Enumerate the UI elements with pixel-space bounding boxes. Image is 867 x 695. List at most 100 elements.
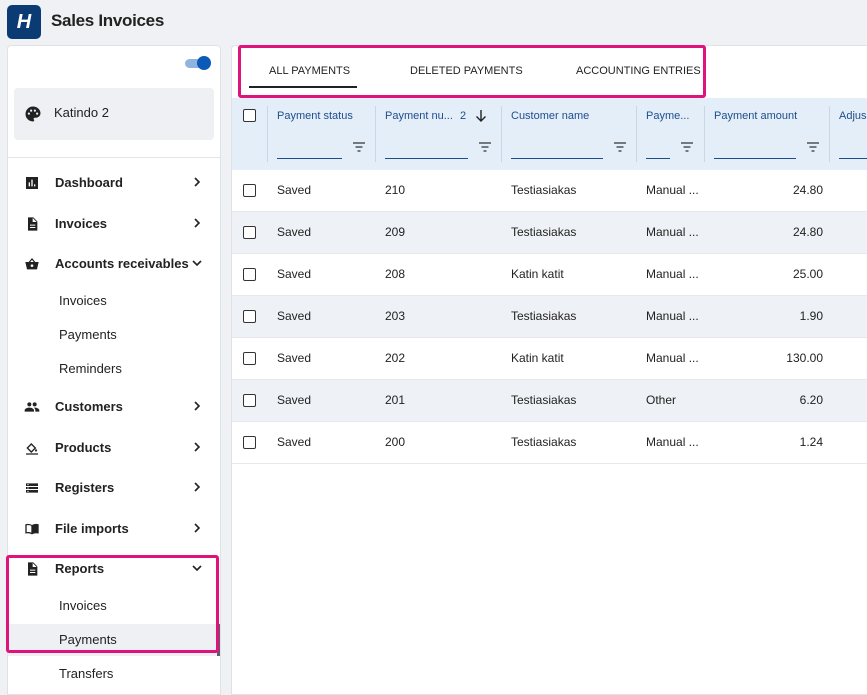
cell-customer-name: Katin katit xyxy=(511,351,564,365)
table-row[interactable]: Saved 208 Katin katit Manual ... 25.00 xyxy=(232,254,867,296)
select-all-checkbox[interactable] xyxy=(243,109,256,122)
sidebar-item-file-imports[interactable]: File imports xyxy=(8,512,220,546)
cell-payment-number: 203 xyxy=(385,309,406,323)
row-checkbox[interactable] xyxy=(243,310,256,323)
app-logo[interactable]: H xyxy=(7,5,41,39)
sidebar-item-customers[interactable]: Customers xyxy=(8,390,220,424)
cell-payment-type: Manual ... xyxy=(646,351,699,365)
paint-bucket-icon xyxy=(26,443,38,455)
filter-icon[interactable] xyxy=(479,142,491,152)
cell-payment-type: Manual ... xyxy=(646,183,699,197)
sidebar-item-label: Customers xyxy=(55,399,123,414)
sidebar-subitem-label: Payments xyxy=(59,632,117,647)
cell-payment-type: Manual ... xyxy=(646,225,699,239)
sidebar-item-dashboard[interactable]: Dashboard xyxy=(8,166,220,200)
list-icon xyxy=(26,483,38,493)
sidebar-subitem-ar-payments[interactable]: Payments xyxy=(8,319,220,351)
column-header-payment-number[interactable]: Payment nu... xyxy=(385,110,453,122)
table-row[interactable]: Saved 200 Testiasiakas Manual ... 1.24 xyxy=(232,422,867,464)
table-row[interactable]: Saved 209 Testiasiakas Manual ... 24.80 xyxy=(232,212,867,254)
row-checkbox[interactable] xyxy=(243,184,256,197)
filter-icon[interactable] xyxy=(807,142,819,152)
cell-payment-amount: 130.00 xyxy=(786,351,823,365)
filter-input-adjustment[interactable] xyxy=(839,158,867,159)
tab-accounting-entries[interactable]: ACCOUNTING ENTRIES xyxy=(576,65,701,77)
table-row[interactable]: Saved 201 Testiasiakas Other 6.20 xyxy=(232,380,867,422)
sidebar-item-accounts-receivables[interactable]: Accounts receivables xyxy=(8,247,220,281)
book-open-icon xyxy=(25,523,39,535)
filter-input-payment-number[interactable] xyxy=(385,158,468,159)
document-icon xyxy=(28,562,38,576)
cell-payment-amount: 1.24 xyxy=(799,435,823,449)
cell-payment-number: 200 xyxy=(385,435,406,449)
filter-input-payment-amount[interactable] xyxy=(714,158,796,159)
row-checkbox[interactable] xyxy=(243,352,256,365)
sidebar-item-label: Accounts receivables xyxy=(55,256,189,271)
sort-order-badge: 2 xyxy=(460,110,467,122)
tab-deleted-payments[interactable]: DELETED PAYMENTS xyxy=(410,65,523,77)
sidebar-subitem-label: Transfers xyxy=(59,666,114,681)
sidebar-item-label: Invoices xyxy=(55,216,108,231)
cell-payment-number: 201 xyxy=(385,393,406,407)
table-row[interactable]: Saved 202 Katin katit Manual ... 130.00 xyxy=(232,338,867,380)
sidebar-item-products[interactable]: Products xyxy=(8,431,220,465)
row-checkbox[interactable] xyxy=(243,436,256,449)
basket-icon xyxy=(25,258,39,270)
filter-input-customer-name[interactable] xyxy=(511,158,603,159)
cell-payment-amount: 6.20 xyxy=(799,393,823,407)
main-panel: ALL PAYMENTS DELETED PAYMENTS ACCOUNTING… xyxy=(231,45,867,695)
sidebar-item-reports[interactable]: Reports xyxy=(8,552,220,586)
cell-payment-amount: 25.00 xyxy=(792,267,823,281)
filter-input-payment-status[interactable] xyxy=(277,158,342,159)
cell-payment-type: Manual ... xyxy=(646,435,699,449)
filter-icon[interactable] xyxy=(353,142,365,152)
column-divider xyxy=(267,106,268,162)
row-checkbox[interactable] xyxy=(243,394,256,407)
sidebar-subitem-ar-reminders[interactable]: Reminders xyxy=(8,353,220,385)
chevron-right-icon xyxy=(194,177,201,187)
organization-selector[interactable]: Katindo 2 xyxy=(14,88,214,140)
sidebar-subitem-reports-transfers[interactable]: Transfers xyxy=(8,658,220,690)
arrow-down-icon[interactable] xyxy=(475,109,487,123)
table-row[interactable]: Saved 203 Testiasiakas Manual ... 1.90 xyxy=(232,296,867,338)
table-row[interactable]: Saved 210 Testiasiakas Manual ... 24.80 xyxy=(232,170,867,212)
sidebar-item-label: Reports xyxy=(55,561,105,576)
filter-input-payment-type[interactable] xyxy=(646,158,670,159)
sidebar-item-invoices[interactable]: Invoices xyxy=(8,207,220,241)
sidebar-subitem-label: Invoices xyxy=(59,293,107,308)
cell-customer-name: Katin katit xyxy=(511,267,564,281)
app-title: Sales Invoices xyxy=(51,11,164,30)
sidebar-item-label: Dashboard xyxy=(55,175,123,190)
row-checkbox[interactable] xyxy=(243,226,256,239)
cell-payment-type: Manual ... xyxy=(646,309,699,323)
filter-icon[interactable] xyxy=(681,142,693,152)
cell-payment-amount: 24.80 xyxy=(792,225,823,239)
tab-all-payments[interactable]: ALL PAYMENTS xyxy=(269,65,350,77)
sidebar-subitem-reports-payments[interactable]: Payments xyxy=(8,624,220,656)
sidebar-subitem-ar-invoices[interactable]: Invoices xyxy=(8,285,220,317)
column-header-payment-type[interactable]: Payme... xyxy=(646,110,689,122)
sidebar-item-registers[interactable]: Registers xyxy=(8,471,220,505)
sidebar-subitem-reports-invoices[interactable]: Invoices xyxy=(8,590,220,622)
column-header-adjustment[interactable]: Adjus xyxy=(839,110,867,122)
row-checkbox[interactable] xyxy=(243,268,256,281)
sidebar-item-label: File imports xyxy=(55,521,129,536)
cell-payment-type: Manual ... xyxy=(646,267,699,281)
chevron-right-icon xyxy=(194,523,201,533)
filter-icon[interactable] xyxy=(614,142,626,152)
column-header-customer-name[interactable]: Customer name xyxy=(511,110,589,122)
sidebar-item-label: Products xyxy=(55,440,112,455)
sidebar-toggle[interactable] xyxy=(185,56,211,70)
cell-payment-number: 208 xyxy=(385,267,406,281)
cell-customer-name: Testiasiakas xyxy=(511,309,577,323)
cell-payment-status: Saved xyxy=(277,183,312,197)
cell-customer-name: Testiasiakas xyxy=(511,225,577,239)
active-tab-indicator xyxy=(249,86,357,88)
column-header-payment-status[interactable]: Payment status xyxy=(277,110,353,122)
chevron-right-icon xyxy=(194,442,201,452)
cell-payment-number: 202 xyxy=(385,351,406,365)
column-header-payment-amount[interactable]: Payment amount xyxy=(714,110,797,122)
chevron-down-icon xyxy=(192,260,202,267)
cell-payment-status: Saved xyxy=(277,435,312,449)
people-icon xyxy=(24,402,40,412)
